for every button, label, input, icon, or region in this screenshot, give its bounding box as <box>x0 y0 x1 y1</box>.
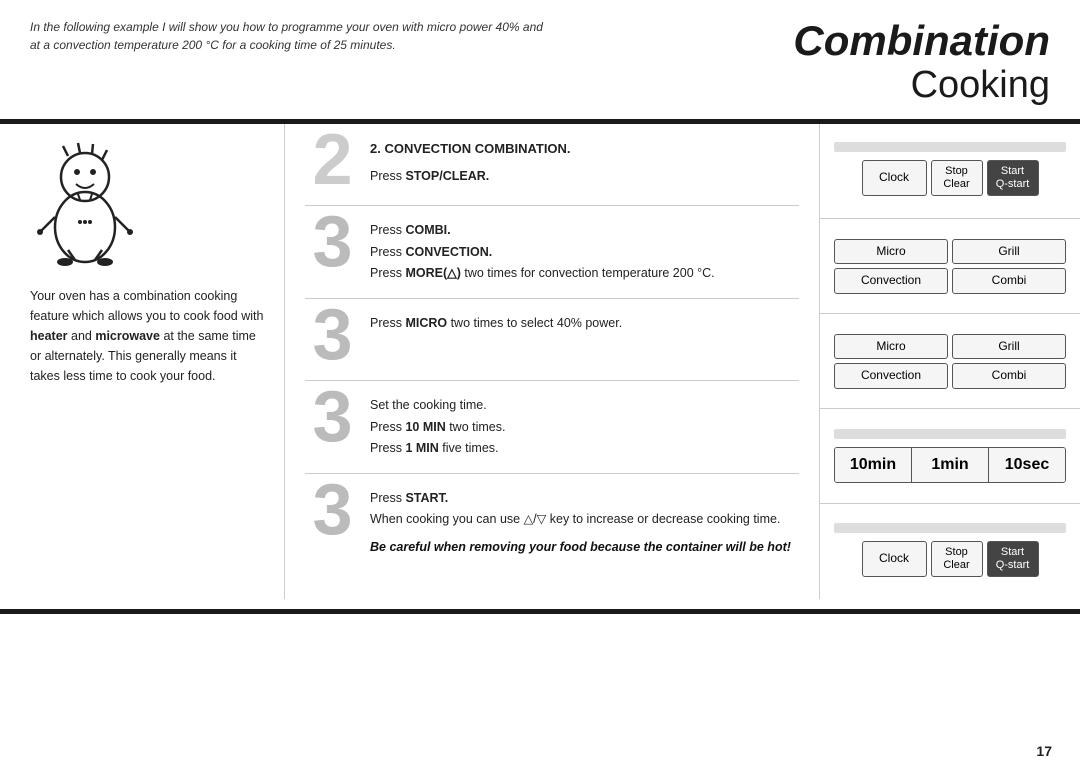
step-4-line-1: Set the cooking time. <box>370 395 505 416</box>
step-2-line-2: Press CONVECTION. <box>370 242 715 263</box>
convection-button-2[interactable]: Convection <box>834 363 948 389</box>
title-cooking: Cooking <box>793 64 1050 107</box>
mascot-figure <box>30 142 150 272</box>
left-description: Your oven has a combination cooking feat… <box>30 286 264 386</box>
step-2-line-1: Press COMBI. <box>370 220 715 241</box>
combi-button-1[interactable]: Combi <box>952 268 1066 294</box>
panel-5: Clock StopClear StartQ-start <box>820 504 1080 599</box>
start-button-1[interactable]: StartQ-start <box>987 160 1039 196</box>
panel-3: Micro Grill Convection Combi <box>820 314 1080 409</box>
grill-button-1[interactable]: Grill <box>952 239 1066 265</box>
clock-button-2[interactable]: Clock <box>862 541 927 577</box>
step-3-section: 3 Press MICRO two times to select 40% po… <box>305 299 799 381</box>
time-10min: 10min <box>835 448 912 482</box>
start-button-2[interactable]: StartQ-start <box>987 541 1039 577</box>
panel-2-grid: Micro Grill Convection Combi <box>834 239 1066 294</box>
panel-1-buttons: Clock StopClear StartQ-start <box>834 160 1066 196</box>
step-4-line-3: Press 1 MIN five times. <box>370 438 505 459</box>
left-column: Your oven has a combination cooking feat… <box>0 124 285 599</box>
step-5-line-2: When cooking you can use △/▽ key to incr… <box>370 509 791 530</box>
step-4-text: Set the cooking time. Press 10 MIN two t… <box>370 395 505 459</box>
step-4-section: 3 Set the cooking time. Press 10 MIN two… <box>305 381 799 474</box>
title-block: Combination Cooking <box>793 18 1050 107</box>
intro-text: In the following example I will show you… <box>30 18 550 54</box>
step-2-section: 3 Press COMBI. Press CONVECTION. Press M… <box>305 206 799 299</box>
micro-button-2[interactable]: Micro <box>834 334 948 360</box>
header: In the following example I will show you… <box>0 0 1080 107</box>
main-content: Your oven has a combination cooking feat… <box>0 124 1080 599</box>
step-1-text: 2. CONVECTION COMBINATION. Press STOP/CL… <box>370 138 571 187</box>
panel-2: Micro Grill Convection Combi <box>820 219 1080 314</box>
panel-1: Clock StopClear StartQ-start <box>820 124 1080 219</box>
time-1min: 1min <box>912 448 989 482</box>
stop-clear-button-2[interactable]: StopClear <box>931 541 983 577</box>
step-3-line-1: Press MICRO two times to select 40% powe… <box>370 313 622 334</box>
step-2-number: 3 <box>305 212 360 273</box>
title-combination: Combination <box>793 18 1050 64</box>
micro-button-1[interactable]: Micro <box>834 239 948 265</box>
step-5-section: 3 Press START. When cooking you can use … <box>305 474 799 572</box>
panel-3-grid: Micro Grill Convection Combi <box>834 334 1066 389</box>
step-1-line-1: Press STOP/CLEAR. <box>370 166 571 187</box>
step-2-line-3: Press MORE(△) two times for convection t… <box>370 263 715 284</box>
bottom-divider <box>0 609 1080 614</box>
step-4-number: 3 <box>305 387 360 448</box>
time-display: 10min 1min 10sec <box>834 447 1066 483</box>
step-5-line-1: Press START. <box>370 488 791 509</box>
combi-button-2[interactable]: Combi <box>952 363 1066 389</box>
step-1-section: 2 2. CONVECTION COMBINATION. Press STOP/… <box>305 124 799 206</box>
right-column: Clock StopClear StartQ-start Micro Grill… <box>820 124 1080 599</box>
step-4-line-2: Press 10 MIN two times. <box>370 417 505 438</box>
middle-column: 2 2. CONVECTION COMBINATION. Press STOP/… <box>285 124 820 599</box>
time-10sec: 10sec <box>989 448 1065 482</box>
page-number: 17 <box>1036 743 1052 759</box>
clock-button-1[interactable]: Clock <box>862 160 927 196</box>
step-1-heading: 2. CONVECTION COMBINATION. <box>370 138 571 160</box>
step-3-number: 3 <box>305 305 360 366</box>
stop-clear-button-1[interactable]: StopClear <box>931 160 983 196</box>
step-5-text: Press START. When cooking you can use △/… <box>370 488 791 558</box>
step-2-text: Press COMBI. Press CONVECTION. Press MOR… <box>370 220 715 284</box>
step-3-text: Press MICRO two times to select 40% powe… <box>370 313 622 334</box>
step-1-number: 2 <box>305 130 360 191</box>
panel-4: 10min 1min 10sec <box>820 409 1080 504</box>
panel-5-buttons: Clock StopClear StartQ-start <box>834 541 1066 577</box>
grill-button-2[interactable]: Grill <box>952 334 1066 360</box>
convection-button-1[interactable]: Convection <box>834 268 948 294</box>
step-5-number: 3 <box>305 480 360 541</box>
warning-text: Be careful when removing your food becau… <box>370 537 791 558</box>
